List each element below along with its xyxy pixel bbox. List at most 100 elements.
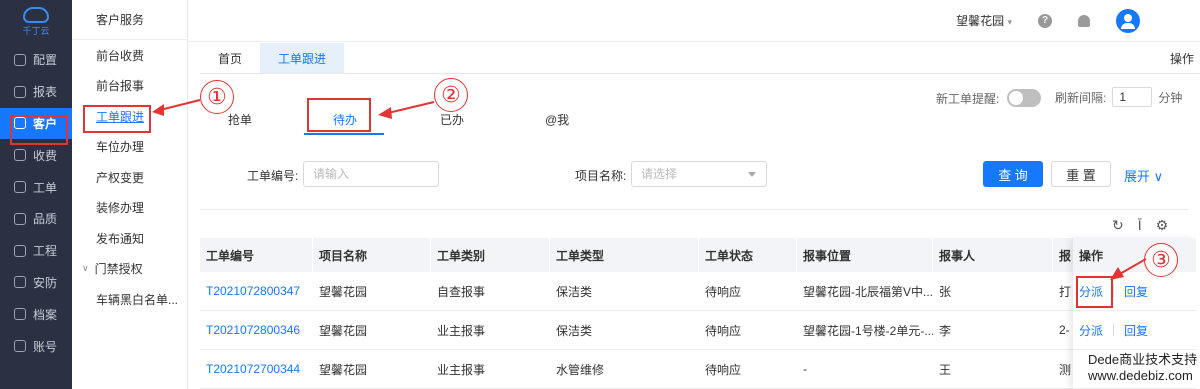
monitor-icon xyxy=(14,244,26,257)
page-tabs: 首页 工单跟进 xyxy=(200,43,1200,74)
tab-grab[interactable]: 抢单 xyxy=(228,111,252,128)
watermark-line1: Dede商业技术支持 xyxy=(1088,352,1198,367)
annotation-arrow-2 xyxy=(378,101,435,119)
help-icon[interactable]: ? xyxy=(1038,13,1052,28)
th-project: 项目名称 xyxy=(313,238,431,272)
th-location: 报事位置 xyxy=(797,238,933,272)
page-tabs-operations[interactable]: 操作 xyxy=(1170,50,1194,67)
reply-link[interactable]: 回复 xyxy=(1124,283,1148,300)
avatar[interactable] xyxy=(1116,8,1140,33)
rail-item-report[interactable]: 报表 xyxy=(0,76,72,108)
tab-mentions[interactable]: @我 xyxy=(545,111,569,128)
operations-row: 分派 回复 xyxy=(1073,311,1196,350)
project-name: 望馨花园 xyxy=(956,14,1005,28)
tab-done[interactable]: 已办 xyxy=(440,111,464,128)
project-label: 项目名称: xyxy=(575,169,627,183)
cell: 水管维修 xyxy=(556,362,605,377)
cell: 待响应 xyxy=(705,362,742,377)
cell: 望馨花园-北辰福第V中... xyxy=(803,284,933,299)
table-row: T2021072800346 望馨花园 业主报事 保洁类 待响应 望馨花园-1号… xyxy=(200,311,1196,350)
ticket-table: 工单编号 项目名称 工单类别 工单类型 工单状态 报事位置 报事人 报 T202… xyxy=(200,238,1196,389)
search-form: 工单编号: 请输入 项目名称: 请选择 查 询 重 置 展开 ∨ xyxy=(0,161,1200,187)
annotation-frame-customer xyxy=(10,115,68,145)
gear-icon xyxy=(14,53,26,66)
cell: 业主报事 xyxy=(437,323,486,338)
rail-item-archive[interactable]: 档案 xyxy=(0,298,72,330)
submenu-item-decoration[interactable]: 装修办理 xyxy=(72,193,187,224)
submenu-item-access[interactable]: ∨ 门禁授权 xyxy=(72,254,187,285)
project-switcher[interactable]: 望馨花园 ▾ xyxy=(956,12,1012,29)
cell: 李 xyxy=(939,323,952,338)
tab-ticket-follow[interactable]: 工单跟进 xyxy=(260,43,345,73)
secondary-menu: 客户服务 前台收费 前台报事 工单跟进 车位办理 产权变更 装修办理 发布通知 … xyxy=(72,0,188,389)
column-height-icon[interactable]: Ī xyxy=(1138,217,1142,234)
cell: 望馨花园 xyxy=(319,362,368,377)
submenu-item-vehicle-list[interactable]: 车辆黑白名单... xyxy=(72,284,187,315)
rail-item-label: 安防 xyxy=(33,275,58,290)
watermark: Dede商业技术支持 www.dedebiz.com xyxy=(1088,352,1200,384)
remind-toggle[interactable] xyxy=(1007,89,1042,107)
rail-item-config[interactable]: 配置 xyxy=(0,44,72,76)
rail-item-security[interactable]: 安防 xyxy=(0,267,72,299)
cell: 待响应 xyxy=(705,323,742,338)
rail-item-quality[interactable]: 品质 xyxy=(0,203,72,235)
cell: 望馨花园 xyxy=(319,284,368,299)
ticket-no-link[interactable]: T2021072800346 xyxy=(200,311,313,349)
wallet-icon xyxy=(14,149,26,162)
account-icon xyxy=(14,340,26,353)
separator xyxy=(1113,285,1115,297)
tab-home[interactable]: 首页 xyxy=(200,43,260,73)
cell: - xyxy=(803,362,807,376)
bell-icon[interactable] xyxy=(1078,14,1090,27)
th-status: 工单状态 xyxy=(699,238,797,272)
submenu-item-front-charge[interactable]: 前台收费 xyxy=(72,40,187,71)
ticket-no-link[interactable]: T2021072700344 xyxy=(200,350,313,388)
submenu-item-label: 门禁授权 xyxy=(94,262,143,277)
th-type: 工单类型 xyxy=(550,238,699,272)
app-logo[interactable]: 千丁云 xyxy=(0,0,72,44)
chevron-down-icon: ∨ xyxy=(82,263,89,274)
new-ticket-remind: 新工单提醒: xyxy=(936,89,1042,107)
cell: 自查报事 xyxy=(437,284,486,299)
reply-link[interactable]: 回复 xyxy=(1124,322,1148,339)
table-row: T2021072800347 望馨花园 自查报事 保洁类 待响应 望馨花园-北辰… xyxy=(200,272,1196,311)
interval-label: 刷新间隔: xyxy=(1055,90,1107,105)
main-nav-rail: 千丁云 配置 报表 客户 收费 工单 品质 工程 安防 档案 账号 xyxy=(0,0,72,389)
rail-item-label: 账号 xyxy=(33,339,58,354)
annotation-frame-todo xyxy=(307,98,371,132)
active-tab-underline xyxy=(304,133,384,135)
table-header: 工单编号 项目名称 工单类别 工单类型 工单状态 报事位置 报事人 报 xyxy=(200,238,1196,272)
expand-toggle[interactable]: 展开 ∨ xyxy=(1124,166,1163,185)
interval-input[interactable]: 1 xyxy=(1112,87,1153,107)
query-button[interactable]: 查 询 xyxy=(983,161,1043,187)
annotation-badge-3: ③ xyxy=(1144,243,1178,277)
annotation-badge-1: ① xyxy=(200,80,234,114)
watermark-line2: www.dedebiz.com xyxy=(1088,368,1193,383)
assign-link[interactable]: 分派 xyxy=(1079,322,1103,339)
security-icon xyxy=(14,276,26,289)
ticket-no-link[interactable]: T2021072800347 xyxy=(200,272,313,310)
rail-item-engineering[interactable]: 工程 xyxy=(0,235,72,267)
cell: 保洁类 xyxy=(556,284,593,299)
ticket-no-input[interactable]: 请输入 xyxy=(303,161,439,187)
project-select[interactable]: 请选择 xyxy=(631,161,767,187)
reset-button[interactable]: 重 置 xyxy=(1051,161,1111,187)
rail-item-label: 报表 xyxy=(33,85,58,100)
section-divider xyxy=(200,209,1188,210)
cell: 望馨花园 xyxy=(319,323,368,338)
refresh-interval: 刷新间隔: 1 分钟 xyxy=(1055,87,1182,107)
rail-item-label: 工程 xyxy=(33,244,58,259)
ticket-no-label: 工单编号: xyxy=(247,169,299,183)
separator xyxy=(1113,324,1115,336)
submenu-item-notice[interactable]: 发布通知 xyxy=(72,223,187,254)
annotation-frame-ticket-follow xyxy=(83,105,151,133)
annotation-badge-2: ② xyxy=(434,78,468,112)
rail-item-label: 档案 xyxy=(33,307,58,322)
shield-icon xyxy=(14,212,26,225)
project-select-placeholder: 请选择 xyxy=(641,167,678,181)
rail-item-account[interactable]: 账号 xyxy=(0,330,72,362)
refresh-icon[interactable]: ↻ xyxy=(1112,217,1124,234)
submenu-item-parking[interactable]: 车位办理 xyxy=(72,132,187,163)
settings-icon[interactable]: ⚙ xyxy=(1156,217,1169,234)
table-toolbar: ↻ Ī ⚙ xyxy=(1112,217,1168,234)
